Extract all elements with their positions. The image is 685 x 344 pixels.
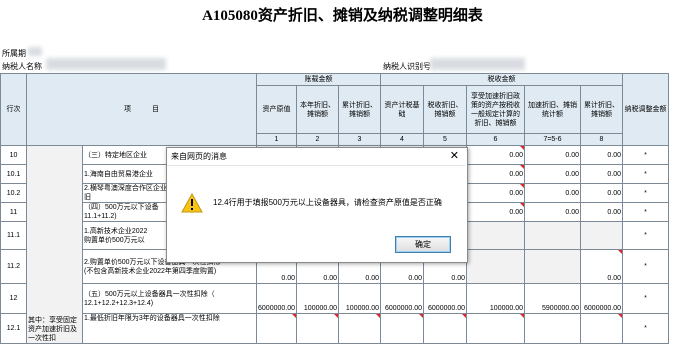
cell-c5: 6000000.00 bbox=[423, 283, 467, 314]
org-value-redacted bbox=[28, 47, 42, 56]
header-col-9: 纳税调整金额 bbox=[622, 73, 669, 146]
warning-icon bbox=[181, 193, 203, 213]
dialog-message: 12.4行用于填报500万元以上设备器具，请检查资产原值是否正确 bbox=[213, 198, 442, 207]
cell-c4[interactable] bbox=[380, 313, 424, 344]
colnum-6: 6 bbox=[466, 133, 525, 146]
row-number: 12 bbox=[0, 283, 27, 314]
org-label: 所属期 bbox=[2, 49, 26, 58]
cell-c9: * bbox=[622, 249, 669, 284]
row-number: 11.2 bbox=[0, 249, 27, 284]
header-col-1: 资产原值 bbox=[256, 85, 297, 134]
ok-button[interactable]: 确定 bbox=[395, 236, 451, 253]
header-row-number: 行次 bbox=[0, 73, 27, 146]
cell-c8[interactable] bbox=[580, 313, 623, 344]
header-col-7: 加速折旧、摊销统计额 bbox=[524, 85, 581, 134]
header-item: 项 目 bbox=[26, 73, 257, 146]
row-number: 12.1 bbox=[0, 313, 27, 344]
cell-c9: * bbox=[622, 183, 669, 203]
header-col-3: 累计折旧、摊销额 bbox=[338, 85, 381, 134]
cell-c3: 100000.00 bbox=[338, 283, 381, 314]
cell-c4: 6000000.00 bbox=[380, 283, 424, 314]
row-number: 11 bbox=[0, 202, 27, 222]
header-col-4: 资产计税基础 bbox=[380, 85, 424, 134]
cell-c9: * bbox=[622, 283, 669, 314]
header-col-5: 税收折旧、摊销额 bbox=[423, 85, 467, 134]
header-col-2: 本年折旧、摊销额 bbox=[296, 85, 339, 134]
dialog-body: 12.4行用于填报500万元以上设备器具，请检查资产原值是否正确 确定 bbox=[167, 165, 465, 262]
cell-c7: 0.00 bbox=[524, 164, 581, 184]
cell-c9: * bbox=[622, 164, 669, 184]
cell-c6[interactable]: 0.00 bbox=[466, 183, 525, 203]
cell-c9: * bbox=[622, 313, 669, 344]
cell-c7 bbox=[524, 313, 581, 344]
cell-c6[interactable] bbox=[466, 313, 525, 344]
cell-c3[interactable] bbox=[338, 313, 381, 344]
cell-c6[interactable]: 0.00 bbox=[466, 164, 525, 184]
row-number: 10.2 bbox=[0, 183, 27, 203]
side-label: 其中：享受固定资产加速折旧及一次性扣 bbox=[26, 145, 83, 344]
cell-c9: * bbox=[622, 221, 669, 250]
cell-c8: 0.00 bbox=[580, 202, 623, 222]
close-icon[interactable]: ✕ bbox=[450, 150, 459, 162]
cell-c1: 6000000.00 bbox=[256, 283, 297, 314]
table-row: 12.1 1.最低折旧年限为3年的设备器具一次性扣除 * bbox=[0, 313, 669, 344]
header-tax-group: 税收金额 bbox=[380, 73, 623, 86]
cell-c6[interactable]: 0.00 bbox=[466, 145, 525, 165]
taxpayer-name-redacted bbox=[46, 58, 166, 70]
cell-c7: 5900000.00 bbox=[524, 283, 581, 314]
cell-c7: 0.00 bbox=[524, 183, 581, 203]
row-item: （五）500万元以上设备器具一次性扣除（ 12.1+12.2+12.3+12.4) bbox=[82, 283, 257, 314]
cell-c2[interactable] bbox=[296, 313, 339, 344]
cell-c1[interactable] bbox=[256, 313, 297, 344]
table-row: 12 （五）500万元以上设备器具一次性扣除（ 12.1+12.2+12.3+12… bbox=[0, 283, 669, 314]
taxpayer-name-label: 纳税人名称 bbox=[2, 62, 42, 71]
colnum-3: 3 bbox=[338, 133, 381, 146]
colnum-4: 4 bbox=[380, 133, 424, 146]
row-number: 10 bbox=[0, 145, 27, 165]
cell-c2: 100000.00 bbox=[296, 283, 339, 314]
header-col-6: 享受加速折旧政策的资产按税收一般规定计算的折旧、摊销额 bbox=[466, 85, 525, 134]
cell-c8[interactable]: 0.00 bbox=[580, 249, 623, 284]
dialog-title: 来自网页的消息 bbox=[167, 148, 467, 165]
colnum-1: 1 bbox=[256, 133, 297, 146]
header-col-8: 累计折旧、摊销额 bbox=[580, 85, 623, 134]
cell-c9: * bbox=[622, 202, 669, 222]
colnum-7: 7=5-6 bbox=[524, 133, 581, 146]
row-number: 10.1 bbox=[0, 164, 27, 184]
taxpayer-id-redacted bbox=[430, 58, 525, 70]
cell-c6: 100000.00 bbox=[466, 283, 525, 314]
cell-c7: 0.00 bbox=[524, 202, 581, 222]
cell-c5[interactable] bbox=[423, 313, 467, 344]
taxpayer-id-label: 纳税人识别号 bbox=[383, 62, 431, 71]
cell-c6[interactable]: 0.00 bbox=[466, 202, 525, 222]
colnum-2: 2 bbox=[296, 133, 339, 146]
cell-c8: 0.00 bbox=[580, 164, 623, 184]
cell-c8: 6000000.00 bbox=[580, 283, 623, 314]
cell-c8: 0.00 bbox=[580, 145, 623, 165]
colnum-8: 8 bbox=[580, 133, 623, 146]
cell-c8: 0.00 bbox=[580, 183, 623, 203]
row-number: 11.1 bbox=[0, 221, 27, 250]
header-account-group: 账载金额 bbox=[256, 73, 381, 86]
colnum-5: 5 bbox=[423, 133, 467, 146]
cell-c7: 0.00 bbox=[524, 145, 581, 165]
row-item: 1.最低折旧年限为3年的设备器具一次性扣除 bbox=[82, 313, 257, 344]
report-title: A105080资产折旧、摊销及纳税调整明细表 bbox=[202, 8, 483, 24]
cell-c9: * bbox=[622, 145, 669, 165]
message-dialog: 来自网页的消息 ✕ 12.4行用于填报500万元以上设备器具，请检查资产原值是否… bbox=[166, 147, 468, 263]
